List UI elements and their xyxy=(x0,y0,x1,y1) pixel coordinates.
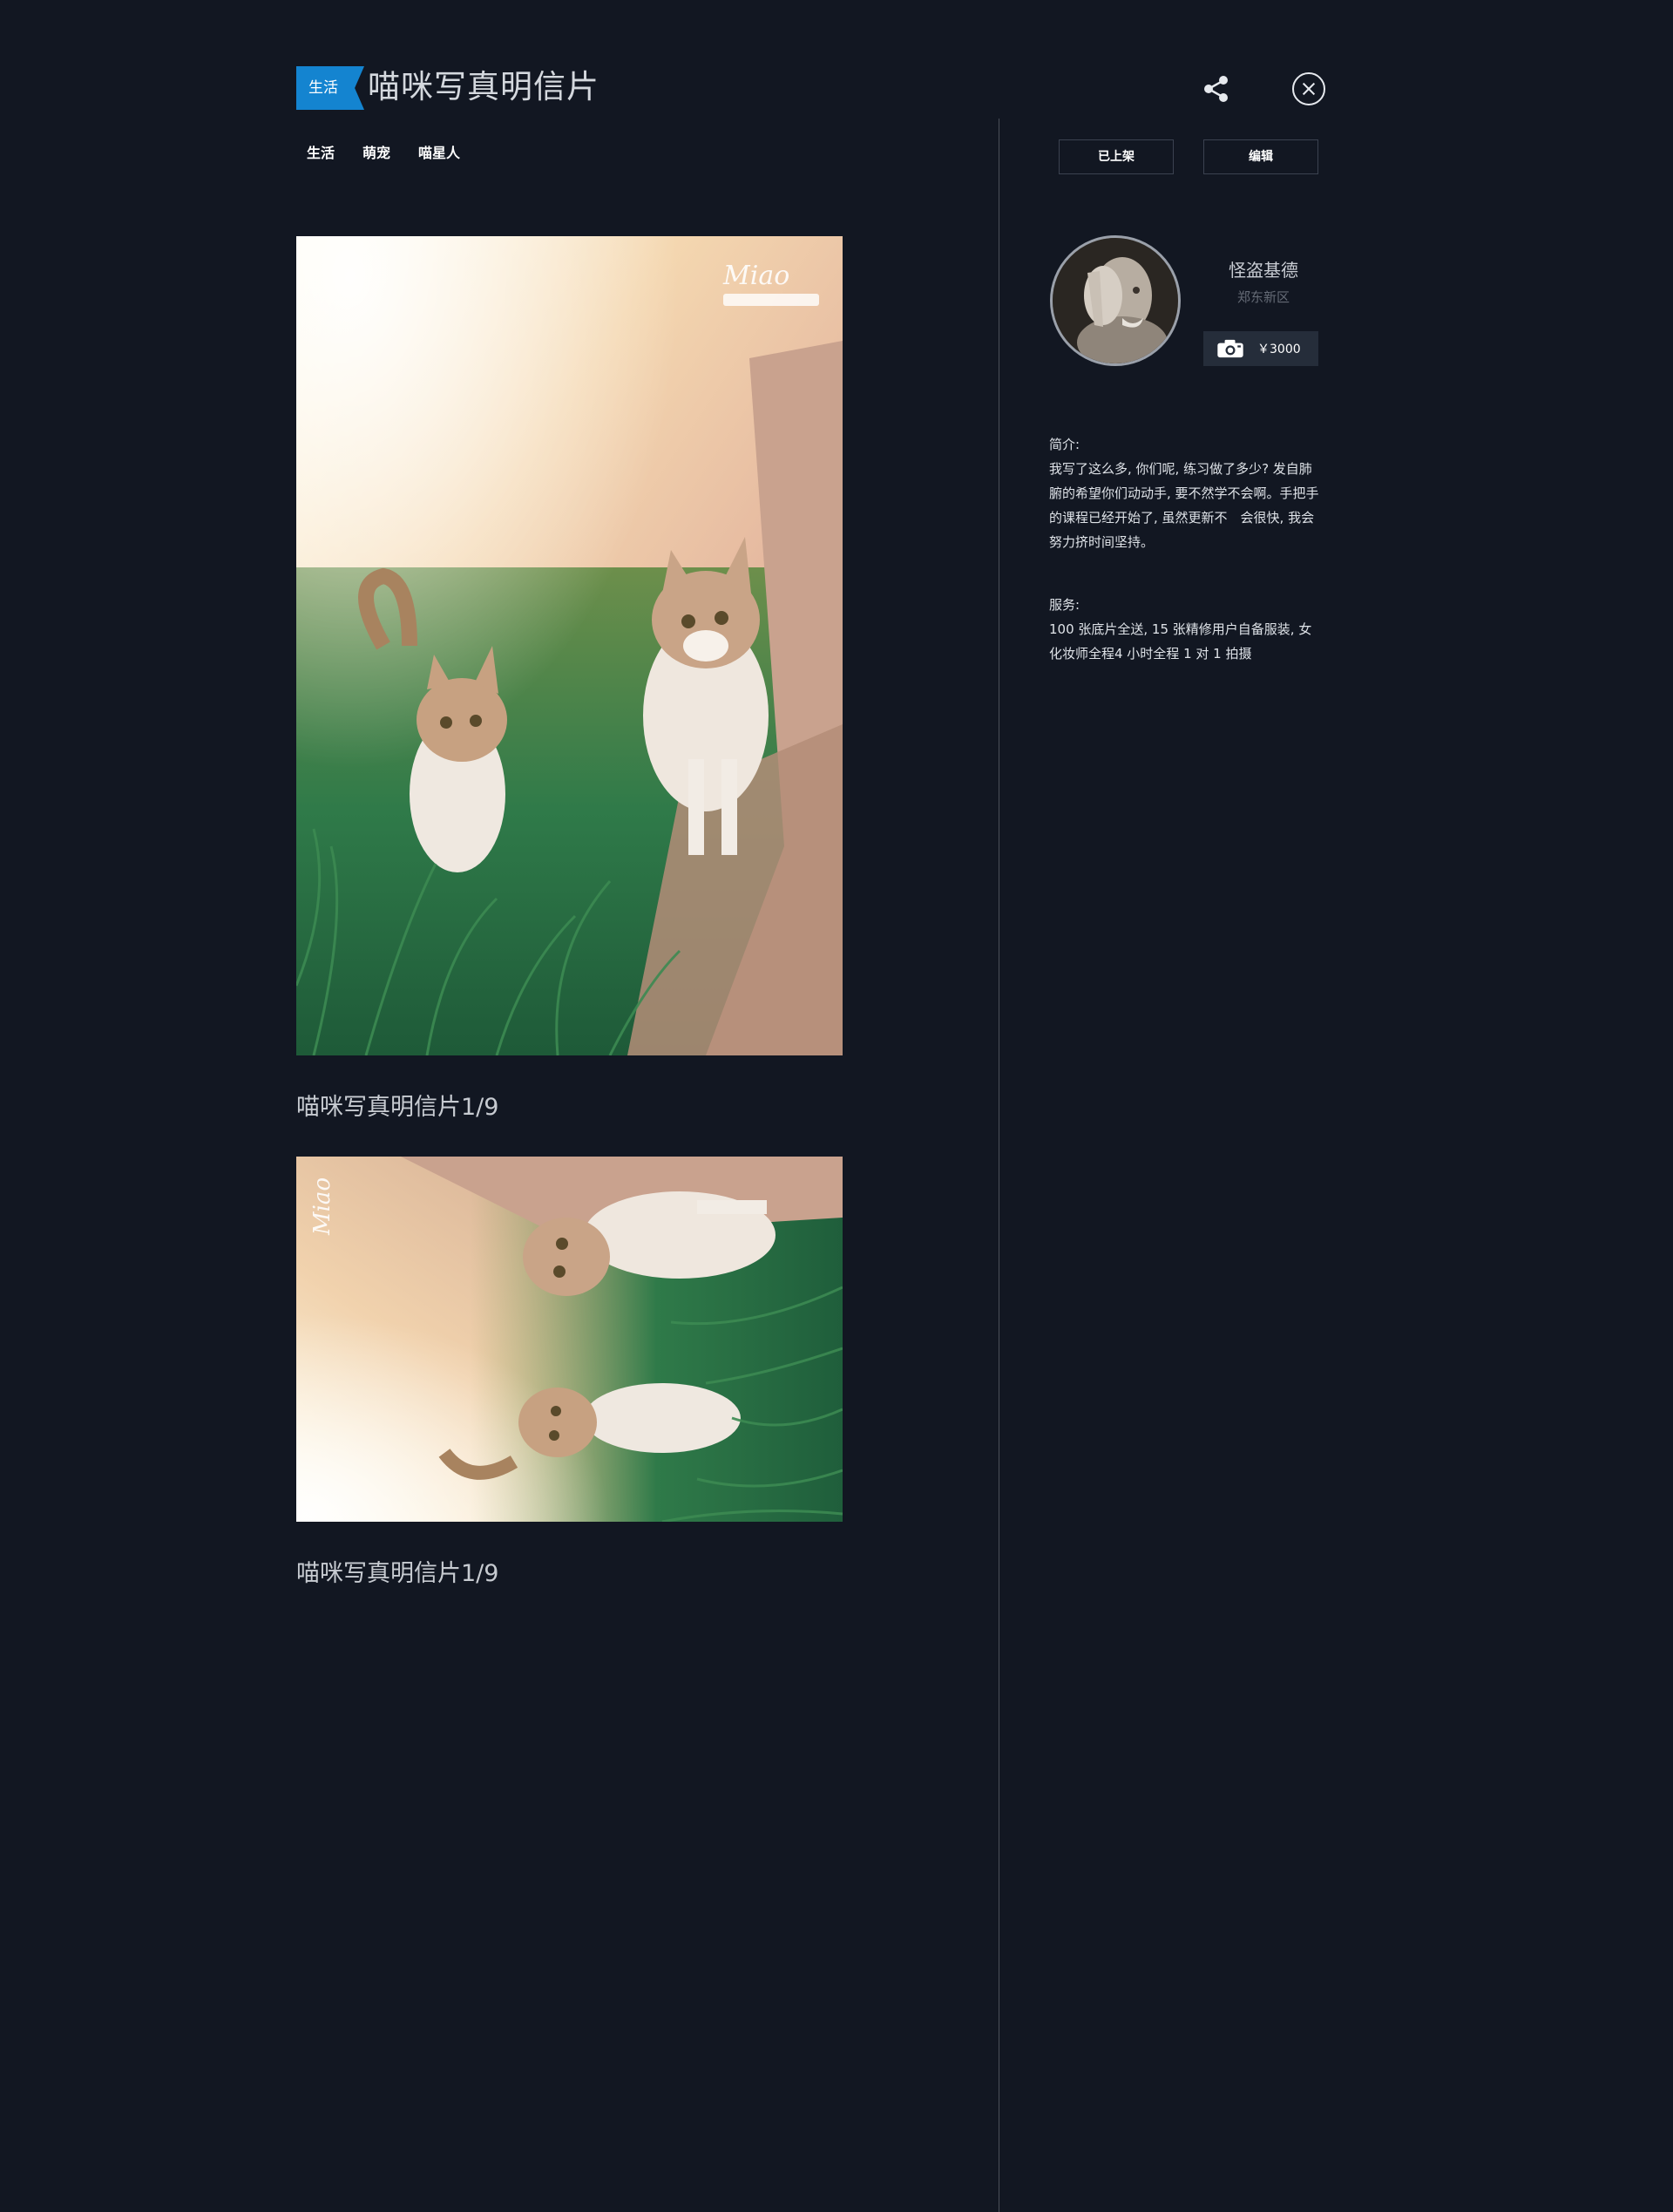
camera-icon xyxy=(1217,339,1243,358)
close-button[interactable] xyxy=(1291,71,1326,106)
share-icon xyxy=(1204,76,1228,102)
close-icon xyxy=(1292,72,1325,105)
services-text: 100 张底片全送, 15 张精修用户自备服装, 女化妆师全程4 小时全程 1 … xyxy=(1049,621,1312,662)
intro-text: 我写了这么多, 你们呢, 练习做了多少? 发自肺腑的希望你们动动手, 要不然学不… xyxy=(1049,461,1319,550)
photo-2[interactable]: Miao xyxy=(296,1157,843,1522)
svg-text:Miao: Miao xyxy=(309,1177,335,1236)
services-heading: 服务: xyxy=(1049,597,1080,613)
page-title: 喵咪写真明信片 xyxy=(368,68,599,105)
category-label: 生活 xyxy=(308,79,338,97)
price-value: ￥3000 xyxy=(1257,343,1301,356)
photographer-name: 怪盗基德 xyxy=(1229,260,1298,281)
photo-caption-1: 喵咪写真明信片1/9 xyxy=(296,1094,499,1121)
tag-life[interactable]: 生活 xyxy=(307,141,335,162)
tag-pets[interactable]: 萌宠 xyxy=(362,141,390,162)
photo-1[interactable]: Miao xyxy=(296,236,843,1055)
svg-text:Miao: Miao xyxy=(722,261,789,291)
intro-heading: 简介: xyxy=(1049,437,1080,452)
services-section: 服务: 100 张底片全送, 15 张精修用户自备服装, 女化妆师全程4 小时全… xyxy=(1049,593,1321,666)
avatar[interactable] xyxy=(1050,235,1181,366)
listing-status-button[interactable]: 已上架 xyxy=(1059,139,1174,174)
edit-button[interactable]: 编辑 xyxy=(1203,139,1318,174)
photographer-location: 郑东新区 xyxy=(1236,289,1290,305)
price-badge[interactable]: ￥3000 xyxy=(1203,331,1318,366)
category-ribbon: 生活 xyxy=(296,66,364,110)
intro-section: 简介: 我写了这么多, 你们呢, 练习做了多少? 发自肺腑的希望你们动动手, 要… xyxy=(1049,432,1321,554)
share-button[interactable] xyxy=(1199,71,1234,106)
tag-cats[interactable]: 喵星人 xyxy=(418,141,460,162)
tag-list: 生活 萌宠 喵星人 xyxy=(307,141,460,162)
photo-caption-2: 喵咪写真明信片1/9 xyxy=(296,1560,499,1587)
